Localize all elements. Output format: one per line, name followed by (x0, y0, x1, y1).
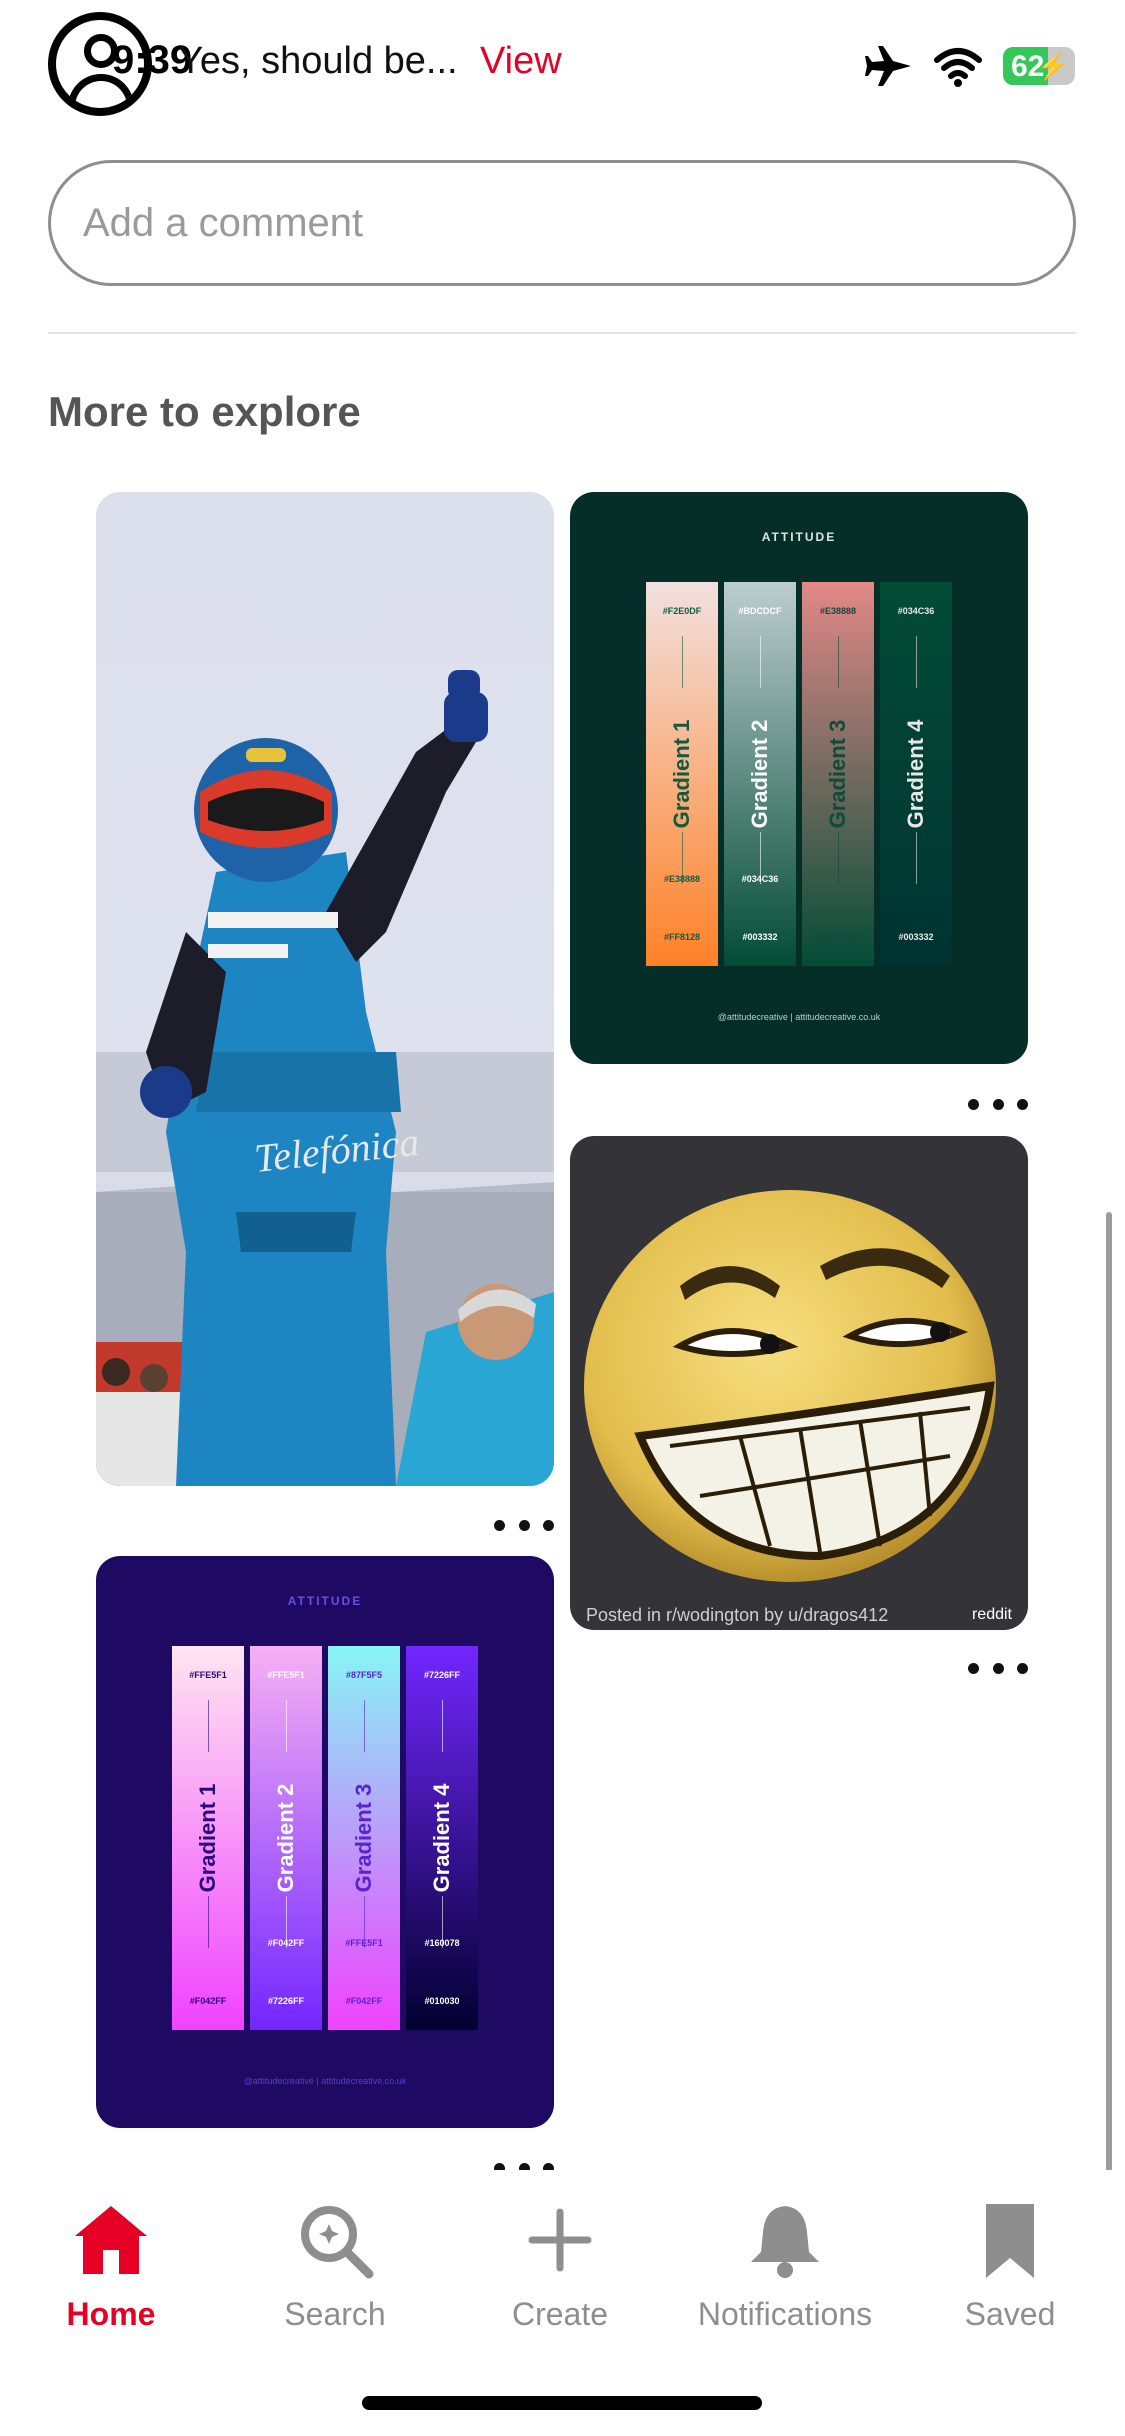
gradient-strip: #BDCDCF Gradient 2 #034C36 #003332 (724, 582, 796, 966)
home-indicator[interactable] (362, 2396, 762, 2410)
meme-caption: Posted in r/wodington by u/dragos412 (586, 1605, 889, 1625)
palette-brand: ATTITUDE (287, 1594, 363, 1608)
strip-code-mid: #160078 (424, 1938, 460, 1948)
nav-create[interactable]: Create (450, 2198, 670, 2333)
strip-code-bottom: #F042FF (189, 1996, 227, 2006)
wifi-icon (934, 48, 982, 87)
system-icons: 62 ⚡ (863, 44, 1075, 88)
scrollbar[interactable] (1106, 1212, 1112, 2172)
strip-name: Gradient 4 (903, 719, 928, 829)
strip-code-top: #034C36 (897, 606, 935, 616)
gradient-strip: #7226FF Gradient 4 #160078 #010030 (406, 1646, 478, 2030)
search-icon (301, 2206, 374, 2279)
strip-code-bottom: #F042FF (345, 1996, 383, 2006)
gradient-strip: #034C36 Gradient 4 #003332 (880, 582, 952, 966)
comment-input-placeholder: Add a comment (83, 200, 364, 245)
strip-code-top: #87F5F5 (345, 1670, 383, 1680)
status-bar: 9:39 Yes, should be... View 62 ⚡ (0, 0, 1125, 140)
strip-code-bottom: #FF8128 (663, 932, 701, 942)
nav-saved[interactable]: Saved (900, 2198, 1120, 2333)
racing-driver-photo: Telefónica (96, 670, 554, 1486)
nav-home-label: Home (66, 2296, 156, 2332)
strip-code-top: #7226FF (423, 1670, 461, 1680)
strip-code-bottom: #BDCDCF (816, 932, 860, 942)
nav-home[interactable]: Home (1, 2198, 221, 2333)
pin-racing-driver[interactable]: Telefónica (96, 492, 554, 1486)
battery-icon: 62 ⚡ (1003, 47, 1075, 85)
home-icon (75, 2206, 147, 2274)
strip-code-mid: #034C36 (741, 874, 779, 884)
strip-code-mid: #E38888 (663, 874, 701, 884)
strip-code-top: #E38888 (819, 606, 857, 616)
strip-code-mid: #FFE5F1 (345, 1938, 383, 1948)
strip-code-top: #BDCDCF (738, 606, 782, 616)
strip-code-bottom: #010030 (424, 1996, 460, 2006)
comment-preview-text[interactable]: Yes, should be... (178, 40, 458, 83)
palette-strips: #FFE5F1 Gradient 1 #F042FF #FFE5F1 Gradi… (172, 1646, 478, 2030)
bookmark-icon (986, 2204, 1034, 2278)
gradient-strip: #E38888 Gradient 3 #BDCDCF (802, 582, 874, 966)
section-title: More to explore (48, 388, 361, 435)
strip-name: Gradient 3 (825, 719, 850, 829)
gradient-strip: #FFE5F1 Gradient 2 #F042FF #7226FF (250, 1646, 322, 2030)
strip-code-top: #FFE5F1 (189, 1670, 227, 1680)
reddit-badge: reddit (971, 1606, 1012, 1623)
nav-saved-label: Saved (964, 2296, 1056, 2332)
palette-strips: #F2E0DF Gradient 1 #E38888 #FF8128 #BDCD… (646, 582, 952, 966)
plus-icon (528, 2208, 592, 2272)
nav-search[interactable]: Search (225, 2198, 445, 2333)
pin-palette-green-more-button[interactable] (968, 1094, 1028, 1114)
strip-code-mid: #F042FF (267, 1938, 305, 1948)
nav-notifications[interactable]: Notifications (675, 2198, 895, 2333)
pin-palette-purple[interactable]: ATTITUDE #FFE5F1 Gradient 1 #F042FF #FFE… (96, 1556, 554, 2128)
palette-footer: @attitudecreative | attitudecreative.co.… (717, 1012, 881, 1022)
bell-icon (751, 2206, 819, 2278)
gradient-strip: #F2E0DF Gradient 1 #E38888 #FF8128 (646, 582, 718, 966)
strip-name: Gradient 4 (429, 1783, 454, 1893)
nav-create-label: Create (511, 2296, 609, 2332)
gradient-strip: #FFE5F1 Gradient 1 #F042FF (172, 1646, 244, 2030)
strip-code-bottom: #7226FF (267, 1996, 305, 2006)
grinning-face-meme-image (584, 1190, 996, 1582)
pin-meme-more-button[interactable] (968, 1658, 1028, 1678)
strip-name: Gradient 3 (351, 1783, 376, 1893)
palette-brand: ATTITUDE (761, 530, 837, 544)
pin-racing-more-button[interactable] (494, 1515, 554, 1535)
strip-name: Gradient 2 (273, 1783, 298, 1893)
pin-palette-green[interactable]: ATTITUDE #F2E0DF Gradient 1 #E38888 #FF8… (570, 492, 1028, 1064)
pin-meme[interactable]: Posted in r/wodington by u/dragos412 red… (570, 1136, 1028, 1630)
strip-code-top: #FFE5F1 (267, 1670, 305, 1680)
gradient-strip: #87F5F5 Gradient 3 #FFE5F1 #F042FF (328, 1646, 400, 2030)
strip-name: Gradient 1 (195, 1783, 220, 1893)
nav-search-label: Search (284, 2296, 386, 2332)
nav-notifications-label: Notifications (697, 2296, 873, 2332)
divider (48, 332, 1076, 334)
palette-footer: @attitudecreative | attitudecreative.co.… (243, 2076, 407, 2086)
charging-bolt-icon: ⚡ (1036, 51, 1069, 81)
strip-code-top: #F2E0DF (662, 606, 702, 616)
strip-code-bottom: #003332 (742, 932, 778, 942)
comment-input[interactable]: Add a comment (48, 160, 1076, 286)
strip-name: Gradient 1 (669, 719, 694, 829)
strip-code-bottom: #003332 (898, 932, 934, 942)
strip-name: Gradient 2 (747, 719, 772, 829)
view-comment-link[interactable]: View (480, 40, 562, 83)
airplane-mode-icon (865, 46, 911, 86)
